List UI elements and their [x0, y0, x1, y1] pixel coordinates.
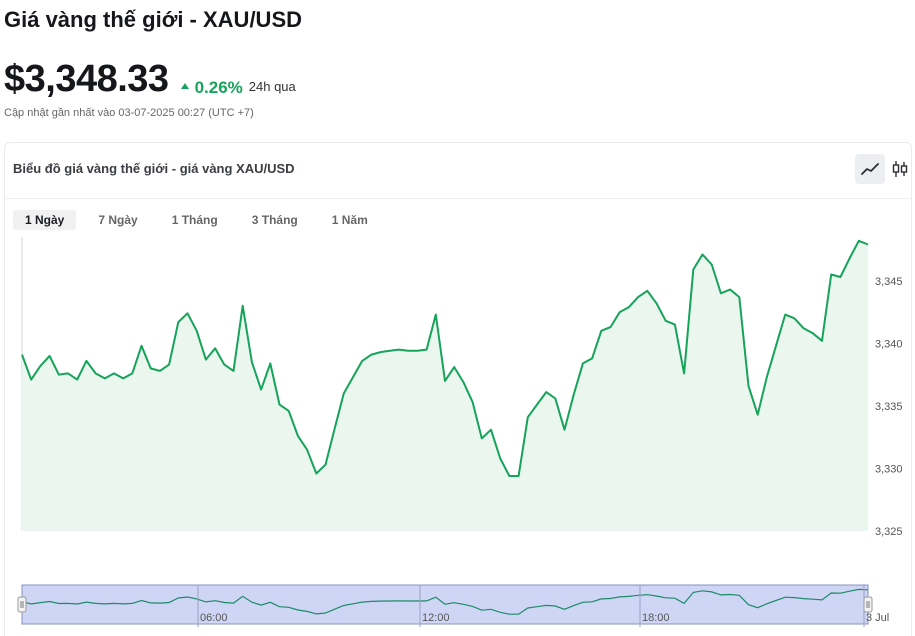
y-tick-label: 3,335 [875, 401, 903, 413]
navigator-handle-left[interactable] [17, 596, 27, 613]
y-tick-label: 3,330 [875, 463, 903, 475]
price-area [22, 240, 868, 532]
y-tick-label: 3,345 [875, 276, 903, 288]
price-chart: 3,325 3,330 3,335 3,340 3,345 06:00 12:00 18:00… [17, 237, 903, 627]
navigator-tick-label: 18:00 [642, 612, 670, 624]
navigator-handle-right[interactable] [863, 596, 873, 613]
navigator-tick-label: 3 Jul [866, 612, 889, 624]
y-tick-label: 3,340 [875, 338, 903, 350]
navigator-tick-label: 06:00 [200, 612, 228, 624]
navigator-tick-label: 12:00 [422, 612, 450, 624]
y-tick-label: 3,325 [875, 526, 903, 538]
